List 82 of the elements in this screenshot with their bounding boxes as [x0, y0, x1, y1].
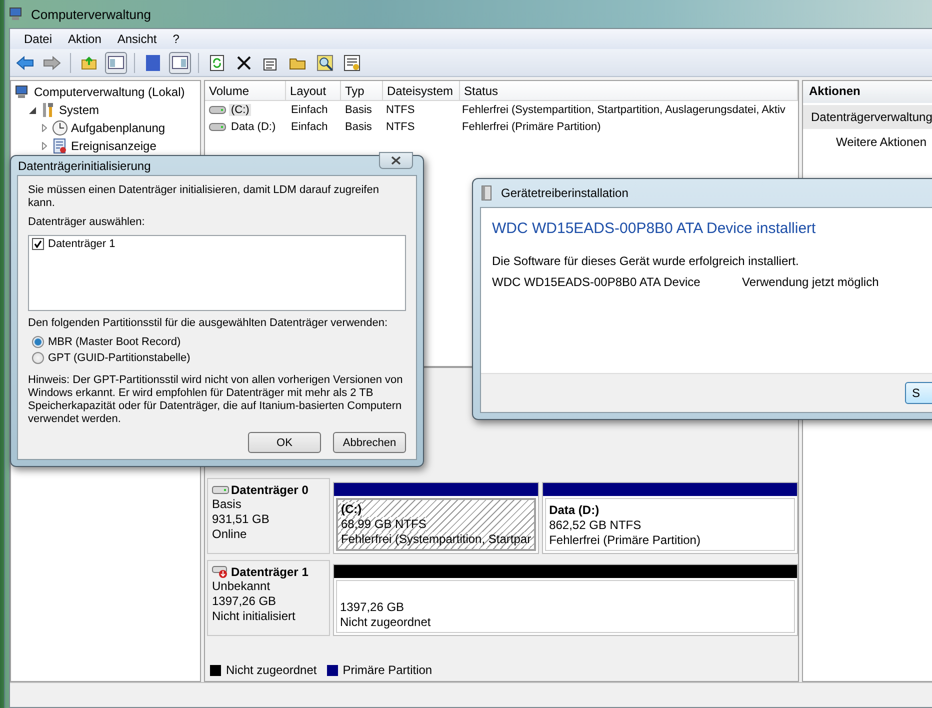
folder-icon[interactable] [289, 56, 307, 70]
dialog-text: Die Software für dieses Gerät wurde erfolgreich installiert. [492, 254, 800, 268]
dialog-button[interactable]: Abbrechen [333, 432, 406, 453]
window-title: Computerverwaltung [31, 6, 151, 22]
partition-status: Fehlerfrei (Systempartition, Startpar [341, 532, 532, 547]
menu-item[interactable]: Ansicht [109, 32, 165, 46]
tree-item[interactable]: System [59, 103, 100, 117]
table-cell-text: NTFS [385, 120, 416, 132]
collapsed-arrow-icon[interactable] [42, 124, 46, 132]
legend-label: Primäre Partition [342, 663, 432, 677]
device-icon [481, 185, 493, 201]
disk-detail: Online [212, 527, 248, 542]
dialog-title: Datenträgerinitialisierung [18, 158, 151, 172]
radio-button[interactable] [32, 336, 44, 348]
dialog-heading: WDC WD15EADS-00P8B0 ATA Device installiert [492, 220, 817, 237]
device-status: Verwendung jetzt möglich [742, 275, 879, 289]
partition-size: 862,52 GB NTFS [549, 518, 642, 533]
tree-item[interactable]: Aufgabenplanung [71, 121, 166, 135]
partition-label: (C:) [341, 502, 362, 517]
radio-label: MBR (Master Boot Record) [48, 336, 181, 348]
checkbox[interactable] [32, 238, 44, 250]
note-text: Hinweis: Der GPT-Partitionsstil wird nicht von allen vorherigen Versionen von Windows erkannt. Er wird empfohlen für Datenträger mit mehr als 2 TB Speicherkapazität oder für Datenträger, die auf Itanium-basierten Computern verwendet werden. [28, 374, 404, 426]
action-pane-toggle-button[interactable] [169, 52, 191, 74]
disk-detail: Nicht initialisiert [212, 609, 296, 624]
clock-icon [52, 120, 68, 136]
disk-name: Datenträger 1 [231, 565, 308, 579]
device-name: WDC WD15EADS-00P8B0 ATA Device [492, 275, 702, 289]
drive-icon [209, 104, 226, 114]
column-header[interactable]: Typ [341, 81, 383, 100]
field-label: Datenträger auswählen: [28, 216, 146, 229]
close-icon[interactable] [391, 156, 401, 165]
dialog-title: Gerätetreiberinstallation [501, 186, 628, 200]
table-cell: (C:) [229, 104, 252, 116]
partition[interactable]: (C:) 68,99 GB NTFS Fehlerfrei (Systempartition, Startpar [333, 482, 540, 554]
tree-item[interactable]: Computerverwaltung (Lokal) [34, 85, 185, 99]
table-cell-text: Data (D:) [230, 120, 277, 132]
close-button[interactable] [379, 152, 413, 169]
table-cell-text: NTFS [385, 104, 416, 116]
partition-status: Nicht zugeordnet [340, 615, 431, 630]
disk-warning-icon [212, 565, 229, 579]
expanded-arrow-icon[interactable] [28, 106, 36, 114]
disk-detail: 1397,26 GB [212, 594, 278, 609]
drive-icon [209, 122, 226, 132]
action-link[interactable]: Weitere Aktionen [803, 129, 932, 149]
column-header[interactable]: Volume [205, 81, 286, 100]
radio-label: GPT (GUID-Partitionstabelle) [48, 352, 190, 364]
menu-item[interactable]: ? [164, 32, 188, 46]
disk-detail: Unbekannt [212, 579, 272, 594]
log-icon [52, 138, 68, 154]
disk-detail: 931,51 GB [212, 512, 270, 527]
column-header[interactable]: Layout [286, 81, 341, 100]
field-label: Den folgenden Partitionsstil für die ausgewählten Datenträger verwenden: [28, 317, 389, 330]
dialog-text: Sie müssen einen Datenträger initialisieren, damit LDM darauf zugreifen kann. [28, 184, 380, 210]
tree-toggle-button[interactable] [105, 52, 127, 74]
actions-title: Aktionen [803, 81, 932, 103]
disk-detail: Basis [212, 497, 242, 512]
partition-size: 1397,26 GB [340, 600, 404, 615]
menu-item[interactable]: Aktion [60, 32, 110, 46]
table-cell-text: Basis [344, 120, 373, 132]
table-cell-text: Einfach [290, 104, 329, 116]
actions-section[interactable]: Datenträgerverwaltung [803, 105, 932, 129]
partition[interactable]: Data (D:) 862,52 GB NTFS Fehlerfrei (Primäre Partition) [542, 482, 798, 554]
column-header[interactable]: Dateisystem [383, 81, 460, 100]
table-cell-text: Fehlerfrei (Primäre Partition) [461, 120, 602, 132]
checkbox-label: Datenträger 1 [48, 238, 116, 250]
dialog-button[interactable]: OK [248, 432, 321, 453]
tree-item[interactable]: Ereignisanzeige [71, 139, 156, 153]
dialog-button[interactable]: S [905, 382, 932, 404]
table-cell-text: Basis [344, 104, 373, 116]
column-header[interactable]: Status [460, 81, 798, 100]
partition-status: Fehlerfrei (Primäre Partition) [549, 533, 700, 548]
tools-icon [40, 102, 56, 118]
partition-label: Data (D:) [549, 503, 600, 518]
legend-label: Nicht zugeordnet [226, 663, 317, 677]
partition[interactable]: 1397,26 GB Nicht zugeordnet [333, 564, 798, 636]
table-cell-text: Fehlerfrei (Systempartition, Startpartition, Auslagerungsdatei, Aktiv [461, 104, 786, 116]
disk-name: Datenträger 0 [231, 483, 308, 497]
menu-item[interactable]: Datei [16, 32, 60, 46]
table-cell-text: Einfach [290, 120, 329, 132]
partition-size: 68,99 GB NTFS [341, 517, 426, 532]
collapsed-arrow-icon[interactable] [42, 142, 46, 150]
radio-button[interactable] [32, 352, 44, 364]
